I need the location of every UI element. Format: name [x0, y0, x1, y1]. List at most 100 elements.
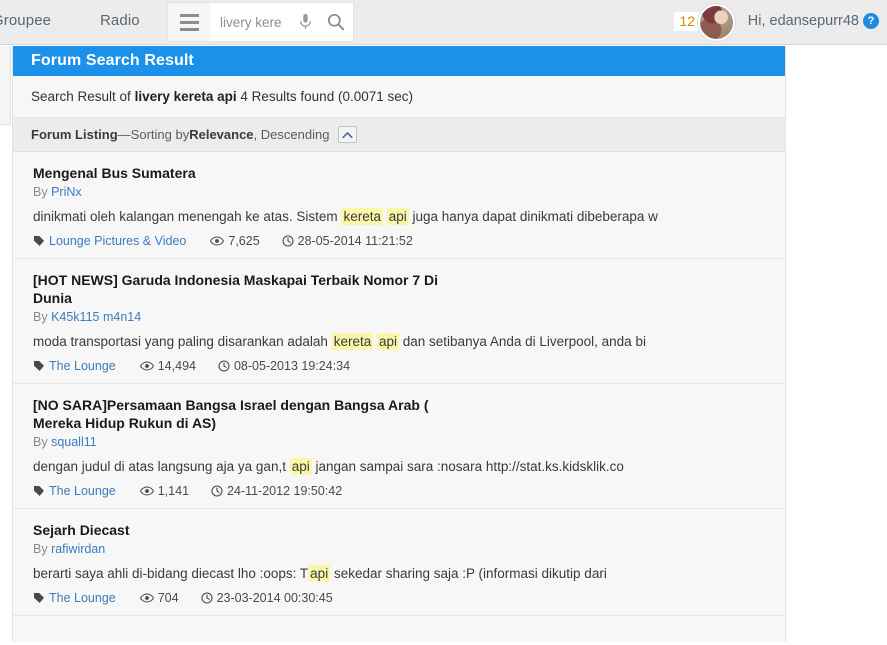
clock-icon	[211, 485, 223, 497]
result-forum-link[interactable]: Lounge Pictures & Video	[49, 234, 186, 248]
result-views: 1,141	[136, 484, 189, 498]
views-count: 7,625	[228, 234, 260, 248]
microphone-icon[interactable]	[291, 3, 319, 41]
clock-icon	[282, 235, 294, 247]
result-author[interactable]: K45k115 m4n14	[51, 310, 141, 324]
search-result-item[interactable]: Sejarh Diecast By rafiwirdan berarti say…	[13, 509, 785, 616]
snippet-after: jangan sampai sara :nosara http://stat.k…	[311, 459, 624, 474]
result-author[interactable]: squall11	[51, 435, 97, 449]
result-date: 28-05-2014 11:21:52	[278, 234, 413, 248]
result-meta: The Lounge 1,141 24-11-2012 19:50:42	[33, 484, 767, 498]
eye-icon	[139, 361, 154, 371]
result-views: 14,494	[136, 359, 196, 373]
views-count: 704	[157, 591, 179, 605]
nav-brand-groupee[interactable]: Groupee	[0, 12, 51, 29]
question-mark-icon[interactable]: ?	[863, 13, 879, 29]
summary-prefix: Search Result of	[31, 89, 135, 104]
clock-icon	[201, 592, 213, 604]
result-forum-link[interactable]: The Lounge	[49, 484, 116, 498]
snippet-highlight-2: api	[386, 208, 409, 225]
snippet-highlight-1: api	[289, 458, 312, 475]
result-title[interactable]: Mengenal Bus Sumatera	[33, 164, 473, 182]
result-author[interactable]: rafiwirdan	[51, 542, 105, 556]
snippet-highlight-1: kereta	[331, 333, 374, 350]
search-icon[interactable]	[319, 3, 353, 41]
snippet-before: dinikmati oleh kalangan menengah ke atas…	[33, 209, 342, 224]
by-label: By	[33, 310, 52, 324]
nav-link-radio[interactable]: Radio	[100, 12, 140, 29]
search-results-list: Mengenal Bus Sumatera By PriNx dinikmati…	[13, 152, 785, 616]
result-views: 704	[136, 591, 179, 605]
tag-icon	[33, 235, 45, 247]
tag-icon	[33, 592, 45, 604]
result-date: 24-11-2012 19:50:42	[207, 484, 342, 498]
eye-icon	[139, 593, 154, 603]
result-meta: The Lounge 14,494 08-05-2013 19:24:34	[33, 359, 767, 373]
hamburger-icon[interactable]	[168, 3, 210, 41]
result-title[interactable]: [NO SARA]Persamaan Bangsa Israel dengan …	[33, 396, 473, 432]
snippet-after: juga hanya dapat dinikmati dibeberapa w	[408, 209, 658, 224]
result-date: 23-03-2014 00:30:45	[197, 591, 333, 605]
result-snippet: moda transportasi yang paling disarankan…	[33, 333, 767, 351]
views-count: 14,494	[157, 359, 196, 373]
search-result-item[interactable]: [HOT NEWS] Garuda Indonesia Maskapai Ter…	[13, 259, 785, 384]
snippet-highlight-2: api	[377, 333, 400, 350]
forum-listing-sortbar: Forum Listing — Sorting by Relevance, De…	[13, 118, 785, 152]
result-snippet: dengan judul di atas langsung aja ya gan…	[33, 458, 767, 476]
date-text: 23-03-2014 00:30:45	[216, 591, 333, 605]
forum-listing-label: Forum Listing	[31, 127, 118, 142]
result-snippet: dinikmati oleh kalangan menengah ke atas…	[33, 208, 767, 226]
result-forum-link[interactable]: The Lounge	[49, 359, 116, 373]
snippet-before: moda transportasi yang paling disarankan…	[33, 334, 332, 349]
snippet-after: dan setibanya Anda di Liverpool, anda bi	[399, 334, 646, 349]
result-author-line: By rafiwirdan	[33, 542, 767, 556]
eye-icon	[139, 486, 154, 496]
search-result-item[interactable]: [NO SARA]Persamaan Bangsa Israel dengan …	[13, 384, 785, 509]
snippet-highlight-1: kereta	[341, 208, 383, 225]
result-author-line: By K45k115 m4n14	[33, 310, 767, 324]
search-input[interactable]	[210, 14, 291, 30]
clock-icon	[218, 360, 230, 372]
panel-footer	[13, 616, 785, 642]
result-date: 08-05-2013 19:24:34	[214, 359, 350, 373]
avatar[interactable]	[698, 4, 735, 41]
result-author[interactable]: PriNx	[51, 185, 82, 199]
search-summary: Search Result of livery kereta api 4 Res…	[13, 76, 785, 118]
date-text: 28-05-2014 11:21:52	[297, 234, 413, 248]
sorting-prefix: Sorting by	[130, 127, 190, 142]
user-greeting[interactable]: Hi, edansepurr48	[748, 13, 859, 29]
result-views: 7,625	[206, 234, 260, 248]
snippet-before: dengan judul di atas langsung aja ya gan…	[33, 459, 290, 474]
eye-icon	[210, 236, 225, 246]
by-label: By	[33, 435, 52, 449]
result-meta: The Lounge 704 23-03-2014 00:30:45	[33, 591, 767, 605]
result-forum-link[interactable]: The Lounge	[49, 591, 116, 605]
tag-icon	[33, 360, 45, 372]
summary-suffix: 4 Results found (0.0071 sec)	[236, 89, 413, 104]
chevron-up-icon[interactable]	[338, 126, 358, 143]
result-snippet: berarti saya ahli di-bidang diecast lho …	[33, 565, 767, 583]
date-text: 24-11-2012 19:50:42	[227, 484, 343, 498]
views-count: 1,141	[157, 484, 190, 498]
snippet-before: berarti saya ahli di-bidang diecast lho …	[33, 566, 309, 581]
date-text: 08-05-2013 19:24:34	[233, 359, 351, 373]
result-title[interactable]: Sejarh Diecast	[33, 521, 473, 539]
sort-field[interactable]: Relevance	[189, 127, 253, 142]
forum-search-result-panel: Forum Search Result Search Result of liv…	[12, 46, 786, 642]
snippet-highlight-1: api	[308, 565, 331, 582]
top-navbar: Groupee Radio 12 Hi, edansepurr48 ?	[0, 0, 887, 45]
tag-icon	[33, 485, 45, 497]
result-title[interactable]: [HOT NEWS] Garuda Indonesia Maskapai Ter…	[33, 271, 473, 307]
by-label: By	[33, 542, 52, 556]
result-author-line: By PriNx	[33, 185, 767, 199]
alerts-count-badge[interactable]: 12	[674, 12, 700, 31]
search-bar	[168, 3, 353, 41]
page-title: Forum Search Result	[13, 46, 785, 76]
result-meta: Lounge Pictures & Video 7,625 28-05-2014…	[33, 234, 767, 248]
sort-direction[interactable]: , Descending	[254, 127, 330, 142]
snippet-after: sekedar sharing saja :P (informasi dikut…	[330, 566, 607, 581]
by-label: By	[33, 185, 52, 199]
summary-query: livery kereta api	[134, 89, 237, 104]
search-result-item[interactable]: Mengenal Bus Sumatera By PriNx dinikmati…	[13, 152, 785, 259]
left-rail	[0, 46, 11, 125]
